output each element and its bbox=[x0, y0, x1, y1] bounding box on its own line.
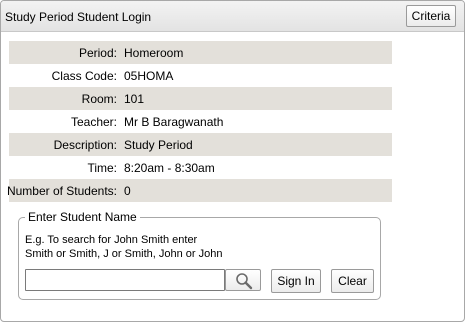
student-name-input[interactable] bbox=[25, 269, 225, 291]
magnifier-icon bbox=[236, 273, 253, 290]
clear-button[interactable]: Clear bbox=[331, 269, 374, 293]
panel-header: Study Period Student Login Criteria bbox=[1, 1, 464, 32]
criteria-button[interactable]: Criteria bbox=[406, 5, 456, 27]
details-table: Period: Homeroom Class Code: 05HOMA Room… bbox=[6, 41, 392, 202]
period-value: Homeroom bbox=[124, 46, 184, 60]
detail-row-class-code: Class Code: 05HOMA bbox=[9, 64, 392, 87]
teacher-label: Teacher: bbox=[70, 115, 117, 129]
class-code-label: Class Code: bbox=[51, 69, 117, 83]
student-count-value: 0 bbox=[124, 184, 131, 198]
time-label: Time: bbox=[87, 161, 117, 175]
fieldset-legend: Enter Student Name bbox=[28, 210, 137, 224]
description-label: Description: bbox=[53, 138, 117, 152]
search-hint-line-1: E.g. To search for John Smith enter bbox=[25, 234, 198, 246]
detail-row-time: Time: 8:20am - 8:30am bbox=[9, 156, 392, 179]
description-value: Study Period bbox=[124, 138, 193, 152]
detail-row-teacher: Teacher: Mr B Baragwanath bbox=[9, 110, 392, 133]
search-hint-line-2: Smith or Smith, J or Smith, John or John bbox=[25, 248, 223, 260]
detail-row-student-count: Number of Students: 0 bbox=[6, 179, 392, 202]
detail-row-period: Period: Homeroom bbox=[9, 41, 392, 64]
student-count-label: Number of Students: bbox=[6, 184, 117, 198]
detail-row-description: Description: Study Period bbox=[9, 133, 392, 156]
sign-in-button[interactable]: Sign In bbox=[271, 269, 321, 293]
time-value: 8:20am - 8:30am bbox=[124, 161, 215, 175]
teacher-value: Mr B Baragwanath bbox=[124, 115, 224, 129]
period-label: Period: bbox=[78, 46, 117, 60]
class-code-value: 05HOMA bbox=[124, 69, 174, 83]
page-title: Study Period Student Login bbox=[5, 10, 152, 24]
detail-row-room: Room: 101 bbox=[9, 87, 392, 110]
room-value: 101 bbox=[124, 92, 145, 106]
search-button[interactable] bbox=[225, 269, 261, 291]
room-label: Room: bbox=[81, 92, 117, 106]
